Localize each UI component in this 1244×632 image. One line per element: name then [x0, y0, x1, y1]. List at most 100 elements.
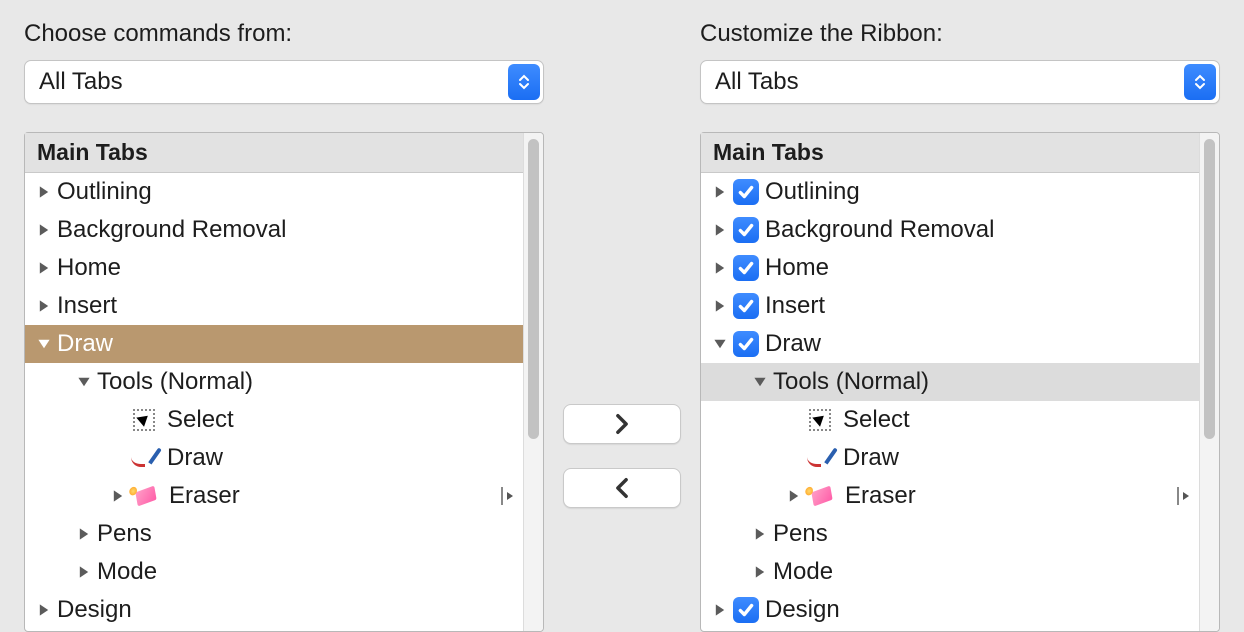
checkbox[interactable]	[733, 217, 759, 243]
disclosure-right-icon[interactable]	[785, 489, 803, 503]
disclosure-right-icon[interactable]	[35, 223, 53, 237]
tree-item-background-removal[interactable]: Background Removal	[701, 211, 1199, 249]
tree-item-draw-tool[interactable]: Draw	[701, 439, 1199, 477]
checkbox[interactable]	[733, 179, 759, 205]
tree-item-mode[interactable]: Mode	[25, 553, 523, 591]
disclosure-right-icon[interactable]	[109, 489, 127, 503]
tree-item-background-removal[interactable]: Background Removal	[25, 211, 523, 249]
disclosure-right-icon[interactable]	[711, 299, 729, 313]
tree-item-design[interactable]: Design	[25, 591, 523, 629]
disclosure-right-icon[interactable]	[751, 565, 769, 579]
tree-item-tools-normal[interactable]: Tools (Normal)	[25, 363, 523, 401]
customize-ribbon-panel: Customize the Ribbon: All Tabs Main Tabs…	[700, 20, 1220, 632]
item-label: Tools (Normal)	[773, 368, 929, 396]
flyout-indicator-icon[interactable]	[501, 487, 515, 505]
eraser-tool-icon	[807, 482, 837, 510]
disclosure-right-icon[interactable]	[35, 261, 53, 275]
disclosure-right-icon[interactable]	[751, 527, 769, 541]
tree-item-home[interactable]: Home	[701, 249, 1199, 287]
tree-item-outlining[interactable]: Outlining	[701, 173, 1199, 211]
disclosure-right-icon[interactable]	[75, 565, 93, 579]
disclosure-right-icon[interactable]	[75, 527, 93, 541]
select-stepper-icon[interactable]	[1184, 64, 1216, 100]
tree-item-mode[interactable]: Mode	[701, 553, 1199, 591]
disclosure-right-icon[interactable]	[35, 603, 53, 617]
item-label: Select	[167, 406, 234, 434]
tree-item-eraser-tool[interactable]: Eraser	[25, 477, 523, 515]
tree-item-eraser-tool[interactable]: Eraser	[701, 477, 1199, 515]
select-tool-icon	[129, 406, 159, 434]
disclosure-right-icon[interactable]	[711, 603, 729, 617]
choose-commands-select[interactable]: All Tabs	[24, 60, 544, 104]
chevron-right-icon	[613, 413, 631, 435]
item-label: Tools (Normal)	[97, 368, 253, 396]
list-header: Main Tabs	[25, 133, 523, 173]
flyout-indicator-icon[interactable]	[1177, 487, 1191, 505]
disclosure-down-icon[interactable]	[751, 375, 769, 389]
item-label: Eraser	[845, 482, 916, 510]
tree-item-draw-tool[interactable]: Draw	[25, 439, 523, 477]
item-label: Mode	[773, 558, 833, 586]
disclosure-right-icon[interactable]	[35, 299, 53, 313]
draw-tool-icon	[129, 444, 159, 472]
item-label: Background Removal	[765, 216, 994, 244]
tree-item-select-tool[interactable]: Select	[701, 401, 1199, 439]
checkbox[interactable]	[733, 331, 759, 357]
disclosure-right-icon[interactable]	[711, 223, 729, 237]
item-label: Design	[765, 596, 840, 624]
tree-item-pens[interactable]: Pens	[25, 515, 523, 553]
item-label: Background Removal	[57, 216, 286, 244]
item-label: Draw	[57, 330, 113, 358]
checkbox[interactable]	[733, 597, 759, 623]
item-label: Insert	[765, 292, 825, 320]
tree-item-draw[interactable]: Draw	[701, 325, 1199, 363]
item-label: Outlining	[765, 178, 860, 206]
transfer-buttons	[544, 20, 700, 632]
item-label: Draw	[167, 444, 223, 472]
item-label: Mode	[97, 558, 157, 586]
item-label: Home	[765, 254, 829, 282]
item-label: Draw	[843, 444, 899, 472]
disclosure-down-icon[interactable]	[35, 337, 53, 351]
eraser-tool-icon	[131, 482, 161, 510]
commands-list: Main Tabs Outlining Background Removal H…	[24, 132, 544, 632]
item-label: Outlining	[57, 178, 152, 206]
disclosure-down-icon[interactable]	[711, 337, 729, 351]
chevron-left-icon	[613, 477, 631, 499]
item-label: Eraser	[169, 482, 240, 510]
tree-item-tools-normal[interactable]: Tools (Normal)	[701, 363, 1199, 401]
item-label: Home	[57, 254, 121, 282]
item-label: Insert	[57, 292, 117, 320]
tree-item-design[interactable]: Design	[701, 591, 1199, 629]
item-label: Design	[57, 596, 132, 624]
select-stepper-icon[interactable]	[508, 64, 540, 100]
checkbox[interactable]	[733, 293, 759, 319]
tree-item-draw[interactable]: Draw	[25, 325, 523, 363]
disclosure-right-icon[interactable]	[711, 261, 729, 275]
disclosure-down-icon[interactable]	[75, 375, 93, 389]
scrollbar-thumb[interactable]	[1204, 139, 1215, 439]
scrollbar[interactable]	[1199, 133, 1219, 631]
item-label: Draw	[765, 330, 821, 358]
add-button[interactable]	[563, 404, 681, 444]
item-label: Select	[843, 406, 910, 434]
scrollbar[interactable]	[523, 133, 543, 631]
item-label: Pens	[773, 520, 828, 548]
tree-item-outlining[interactable]: Outlining	[25, 173, 523, 211]
tree-item-pens[interactable]: Pens	[701, 515, 1199, 553]
scrollbar-thumb[interactable]	[528, 139, 539, 439]
customize-ribbon-label: Customize the Ribbon:	[700, 20, 1220, 48]
customize-ribbon-select-value: All Tabs	[715, 68, 799, 96]
tree-item-select-tool[interactable]: Select	[25, 401, 523, 439]
remove-button[interactable]	[563, 468, 681, 508]
disclosure-right-icon[interactable]	[35, 185, 53, 199]
choose-commands-label: Choose commands from:	[24, 20, 544, 48]
disclosure-right-icon[interactable]	[711, 185, 729, 199]
draw-tool-icon	[805, 444, 835, 472]
checkbox[interactable]	[733, 255, 759, 281]
customize-ribbon-select[interactable]: All Tabs	[700, 60, 1220, 104]
tree-item-insert[interactable]: Insert	[701, 287, 1199, 325]
choose-commands-select-value: All Tabs	[39, 68, 123, 96]
tree-item-insert[interactable]: Insert	[25, 287, 523, 325]
tree-item-home[interactable]: Home	[25, 249, 523, 287]
